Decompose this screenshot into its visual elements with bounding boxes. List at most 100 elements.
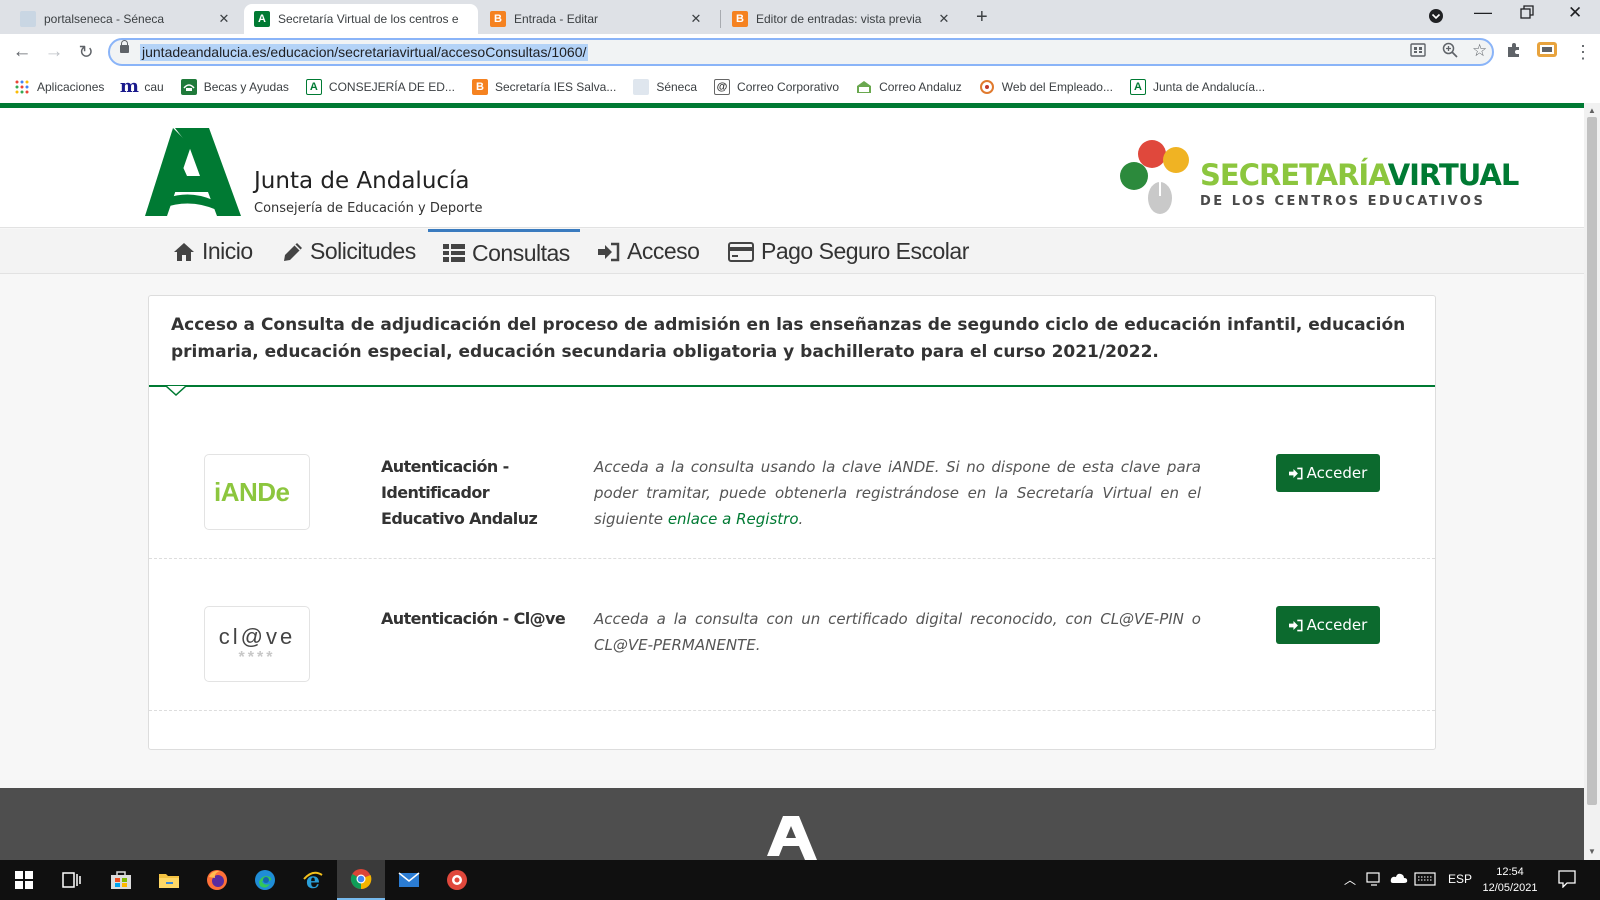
menu-kebab-icon[interactable]: ⋮ [1574, 42, 1592, 63]
language-indicator[interactable]: ESP [1448, 872, 1472, 886]
nav-solicitudes[interactable]: Solicitudes [283, 229, 416, 274]
org-title: Junta de Andalucía [254, 168, 470, 194]
chevron-up-icon[interactable]: ︿ [1344, 871, 1356, 888]
bookmark-seneca[interactable]: Séneca [633, 78, 697, 95]
secretaria-virtual-subtitle: DE LOS CENTROS EDUCATIVOS [1200, 194, 1486, 209]
registro-link[interactable]: enlace a Registro [668, 510, 799, 528]
bookmark-cau[interactable]: m cau [120, 76, 164, 97]
tab-portalseneca[interactable]: portalseneca - Séneca ✕ [10, 4, 242, 34]
sign-in-icon [598, 242, 620, 262]
internet-explorer-icon[interactable]: e [289, 860, 337, 900]
scroll-up-icon[interactable]: ▲ [1588, 106, 1596, 115]
seneca-favicon-icon [20, 11, 36, 27]
bookmark-secretaria-ies[interactable]: B Secretaría IES Salva... [471, 78, 616, 95]
browser-tab-strip: portalseneca - Séneca ✕ A Secretaría Vir… [0, 0, 1600, 34]
windows-start-icon[interactable] [0, 860, 48, 900]
reload-icon[interactable]: ↻ [74, 40, 98, 64]
new-tab-button[interactable]: + [976, 6, 988, 29]
web-empleado-icon [979, 79, 995, 95]
tab-secretaria-virtual[interactable]: A Secretaría Virtual de los centros e [244, 4, 478, 34]
url-text[interactable]: juntadeandalucia.es/educacion/secretaria… [140, 44, 589, 61]
lock-icon [120, 40, 129, 53]
scroll-down-icon[interactable]: ▼ [1588, 847, 1596, 856]
page-scrollbar[interactable]: ▲ ▼ [1584, 103, 1600, 860]
site-header: Junta de Andalucía Consejería de Educaci… [0, 108, 1584, 228]
store-icon[interactable] [97, 860, 145, 900]
bookmark-junta-andalucia[interactable]: A Junta de Andalucía... [1129, 78, 1265, 95]
row-divider [149, 710, 1435, 711]
junta-favicon-icon: A [254, 11, 270, 27]
tab-editor-entradas[interactable]: B Editor de entradas: vista previa ✕ [722, 4, 962, 34]
tab-search-icon[interactable] [1428, 8, 1444, 28]
sign-in-icon [1288, 619, 1303, 632]
acceder-iande-button[interactable]: Acceder [1276, 454, 1380, 492]
profile-avatar-icon[interactable] [1536, 40, 1558, 65]
secretaria-virtual-logo-icon[interactable] [1118, 136, 1196, 223]
scrollbar-thumb[interactable] [1587, 117, 1597, 805]
mail-icon[interactable] [385, 860, 433, 900]
nav-acceso[interactable]: Acceso [598, 229, 700, 274]
network-icon[interactable] [1366, 872, 1382, 889]
notifications-icon[interactable] [1558, 870, 1576, 891]
translate-icon[interactable] [1410, 42, 1426, 62]
back-arrow-icon[interactable]: ← [10, 40, 34, 64]
nav-inicio[interactable]: Inicio [173, 229, 253, 274]
divider-notch-icon [166, 386, 186, 396]
task-view-icon[interactable] [48, 860, 96, 900]
junta-andalucia-logo-icon[interactable] [145, 128, 241, 221]
acceder-clave-button[interactable]: Acceder [1276, 606, 1380, 644]
nav-pago-seguro-escolar[interactable]: Pago Seguro Escolar [728, 229, 969, 274]
page-title: Acceso a Consulta de adjudicación del pr… [171, 315, 1406, 362]
close-window-button[interactable]: ✕ [1568, 3, 1582, 23]
bookmark-correo-corporativo[interactable]: @ Correo Corporativo [714, 78, 839, 95]
firefox-icon[interactable] [193, 860, 241, 900]
address-bar[interactable]: juntadeandalucia.es/educacion/secretaria… [108, 38, 1494, 66]
chrome-icon[interactable] [337, 860, 385, 900]
zoom-icon[interactable] [1442, 42, 1458, 62]
bookmark-web-empleado[interactable]: Web del Empleado... [979, 79, 1113, 95]
close-icon[interactable]: ✕ [688, 11, 704, 27]
close-icon[interactable]: ✕ [936, 11, 952, 27]
minimize-button[interactable]: — [1474, 2, 1492, 23]
app-icon[interactable] [433, 860, 481, 900]
nav-consultas[interactable]: Consultas [428, 229, 580, 274]
bookmarks-bar: Aplicaciones m cau Becas y Ayudas A CONS… [0, 70, 1600, 103]
file-explorer-icon[interactable] [145, 860, 193, 900]
browser-toolbar: ← → ↻ juntadeandalucia.es/educacion/secr… [0, 34, 1600, 70]
svg-text:iANDe: iANDe [214, 477, 290, 507]
onedrive-cloud-icon[interactable] [1390, 872, 1408, 887]
forward-arrow-icon[interactable]: → [42, 40, 66, 64]
star-bookmark-icon[interactable]: ☆ [1472, 41, 1487, 61]
bookmark-becas[interactable]: Becas y Ayudas [180, 78, 289, 95]
pencil-icon [283, 242, 303, 262]
junta-footer-logo-icon [767, 816, 817, 860]
sign-in-icon [1288, 467, 1303, 480]
list-table-icon [443, 244, 465, 262]
auth-method-description: Acceda a la consulta con un certificado … [594, 610, 1201, 654]
tab-entrada-editar[interactable]: B Entrada - Editar ✕ [480, 4, 714, 34]
main-navigation: Inicio Solicitudes Consultas Acceso Pago… [0, 229, 1584, 274]
extensions-puzzle-icon[interactable] [1506, 42, 1522, 63]
system-clock[interactable]: 12:54 12/05/2021 [1478, 864, 1542, 896]
close-icon[interactable]: ✕ [216, 11, 232, 27]
org-subtitle: Consejería de Educación y Deporte [254, 201, 483, 216]
bookmark-correo-andaluz[interactable]: Correo Andaluz [856, 79, 962, 95]
home-icon [173, 242, 195, 262]
junta-logo-icon: A [1129, 78, 1146, 95]
web-page: Junta de Andalucía Consejería de Educaci… [0, 103, 1584, 860]
apps-grid-icon [14, 79, 30, 95]
correo-andaluz-icon [856, 79, 872, 95]
svg-text:****: **** [239, 649, 276, 666]
keyboard-icon[interactable] [1414, 872, 1436, 889]
secretaria-virtual-title: SECRETARÍAVIRTUAL [1200, 158, 1519, 192]
bookmark-aplicaciones[interactable]: Aplicaciones [14, 79, 104, 95]
auth-method-name: Autenticación - Identificador Educativo … [381, 457, 538, 528]
bookmark-consejeria[interactable]: A CONSEJERÍA DE ED... [305, 78, 455, 95]
auth-method-name: Autenticación - Cl@ve [381, 609, 566, 628]
consulta-card: Acceso a Consulta de adjudicación del pr… [148, 295, 1436, 750]
at-mail-icon: @ [714, 78, 731, 95]
restore-button[interactable] [1520, 5, 1534, 23]
site-footer [0, 788, 1584, 860]
seneca-icon [633, 78, 650, 95]
edge-icon[interactable] [241, 860, 289, 900]
